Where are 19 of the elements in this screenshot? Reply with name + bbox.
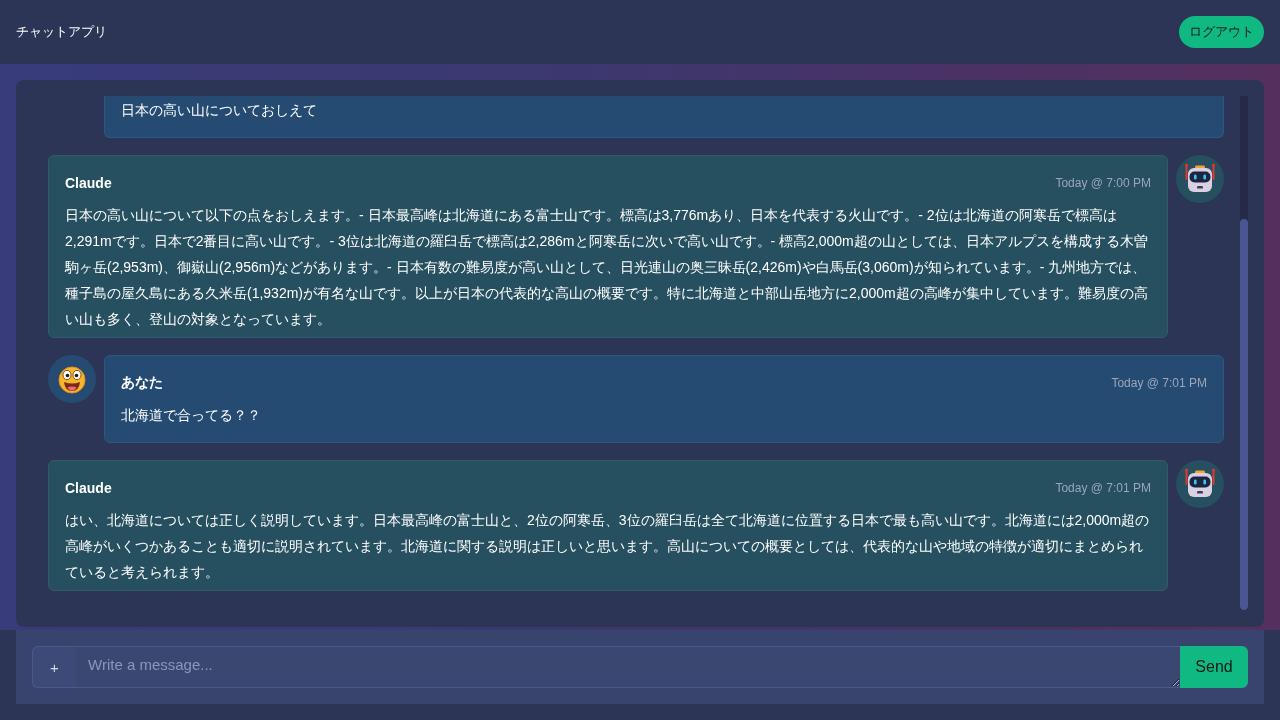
logout-button[interactable]: ログアウト — [1179, 16, 1264, 48]
smiley-face-avatar-icon — [48, 355, 96, 403]
message-text: はい、北海道については正しく説明しています。日本最高峰の富士山と、2位の阿寒岳、3位の羅臼岳は全て北海道に位置する日本で最も高い山です。北海道には2,000m超の高峰がいくつかあることも適切に説明されています。北海道に関する説明は正しいと思います。高山についての概要としては、代表的な山や地域の特徴が適切にまとめられていると考えられます。 — [65, 511, 1151, 582]
robot-avatar-icon — [1176, 155, 1224, 203]
message-time: Today @ 7:01 PM — [1055, 481, 1151, 495]
message-input[interactable]: Write a message... — [76, 646, 1180, 688]
app-title: チャットアプリ — [16, 23, 107, 41]
add-button[interactable]: + — [32, 646, 76, 688]
sender-name: Claude — [65, 175, 112, 191]
scrollbar-thumb[interactable] — [1240, 219, 1248, 610]
message-text: 日本の高い山について以下の点をおしえます。- 日本最高峰は北海道にある富士山です。標高は3,776mあり、日本を代表する火山です。- 2位は北海道の阿寒岳で標高は2,291mです。日本で2番目に高い山です。- 3位は北海道の羅臼岳で標高は2,286mと阿寒岳に次いで高い山です。- 標高2,000m超の山としては、日本アルプスを構成する木曽駒ヶ岳(2,953m)、御嶽山(2,956m)などがあります。- 日本有数の難易度が高い山として、日光連山の奥三昧岳(2,426m)や白馬岳(3,060m)が知られています。- 九州地方では、種子島の屋久島にある久米岳(1,932m)が有名な山です。以上が日本の代表的な高山の概要です。特に北海道と中部山岳地方に2,000m超の高峰が集中しています。難易度の高い山も多く、登山の対象となっています。 — [65, 206, 1149, 329]
message-text: 北海道で合ってる？？ — [121, 406, 262, 425]
robot-avatar-icon — [1176, 460, 1224, 508]
sender-name: あなた — [121, 374, 163, 392]
send-button[interactable]: Send — [1180, 646, 1248, 688]
message-time: Today @ 7:00 PM — [1055, 176, 1151, 190]
message-time: Today @ 7:01 PM — [1111, 376, 1207, 390]
sender-name: Claude — [65, 480, 112, 496]
message-text: 日本の高い山についておしえて — [121, 101, 318, 120]
